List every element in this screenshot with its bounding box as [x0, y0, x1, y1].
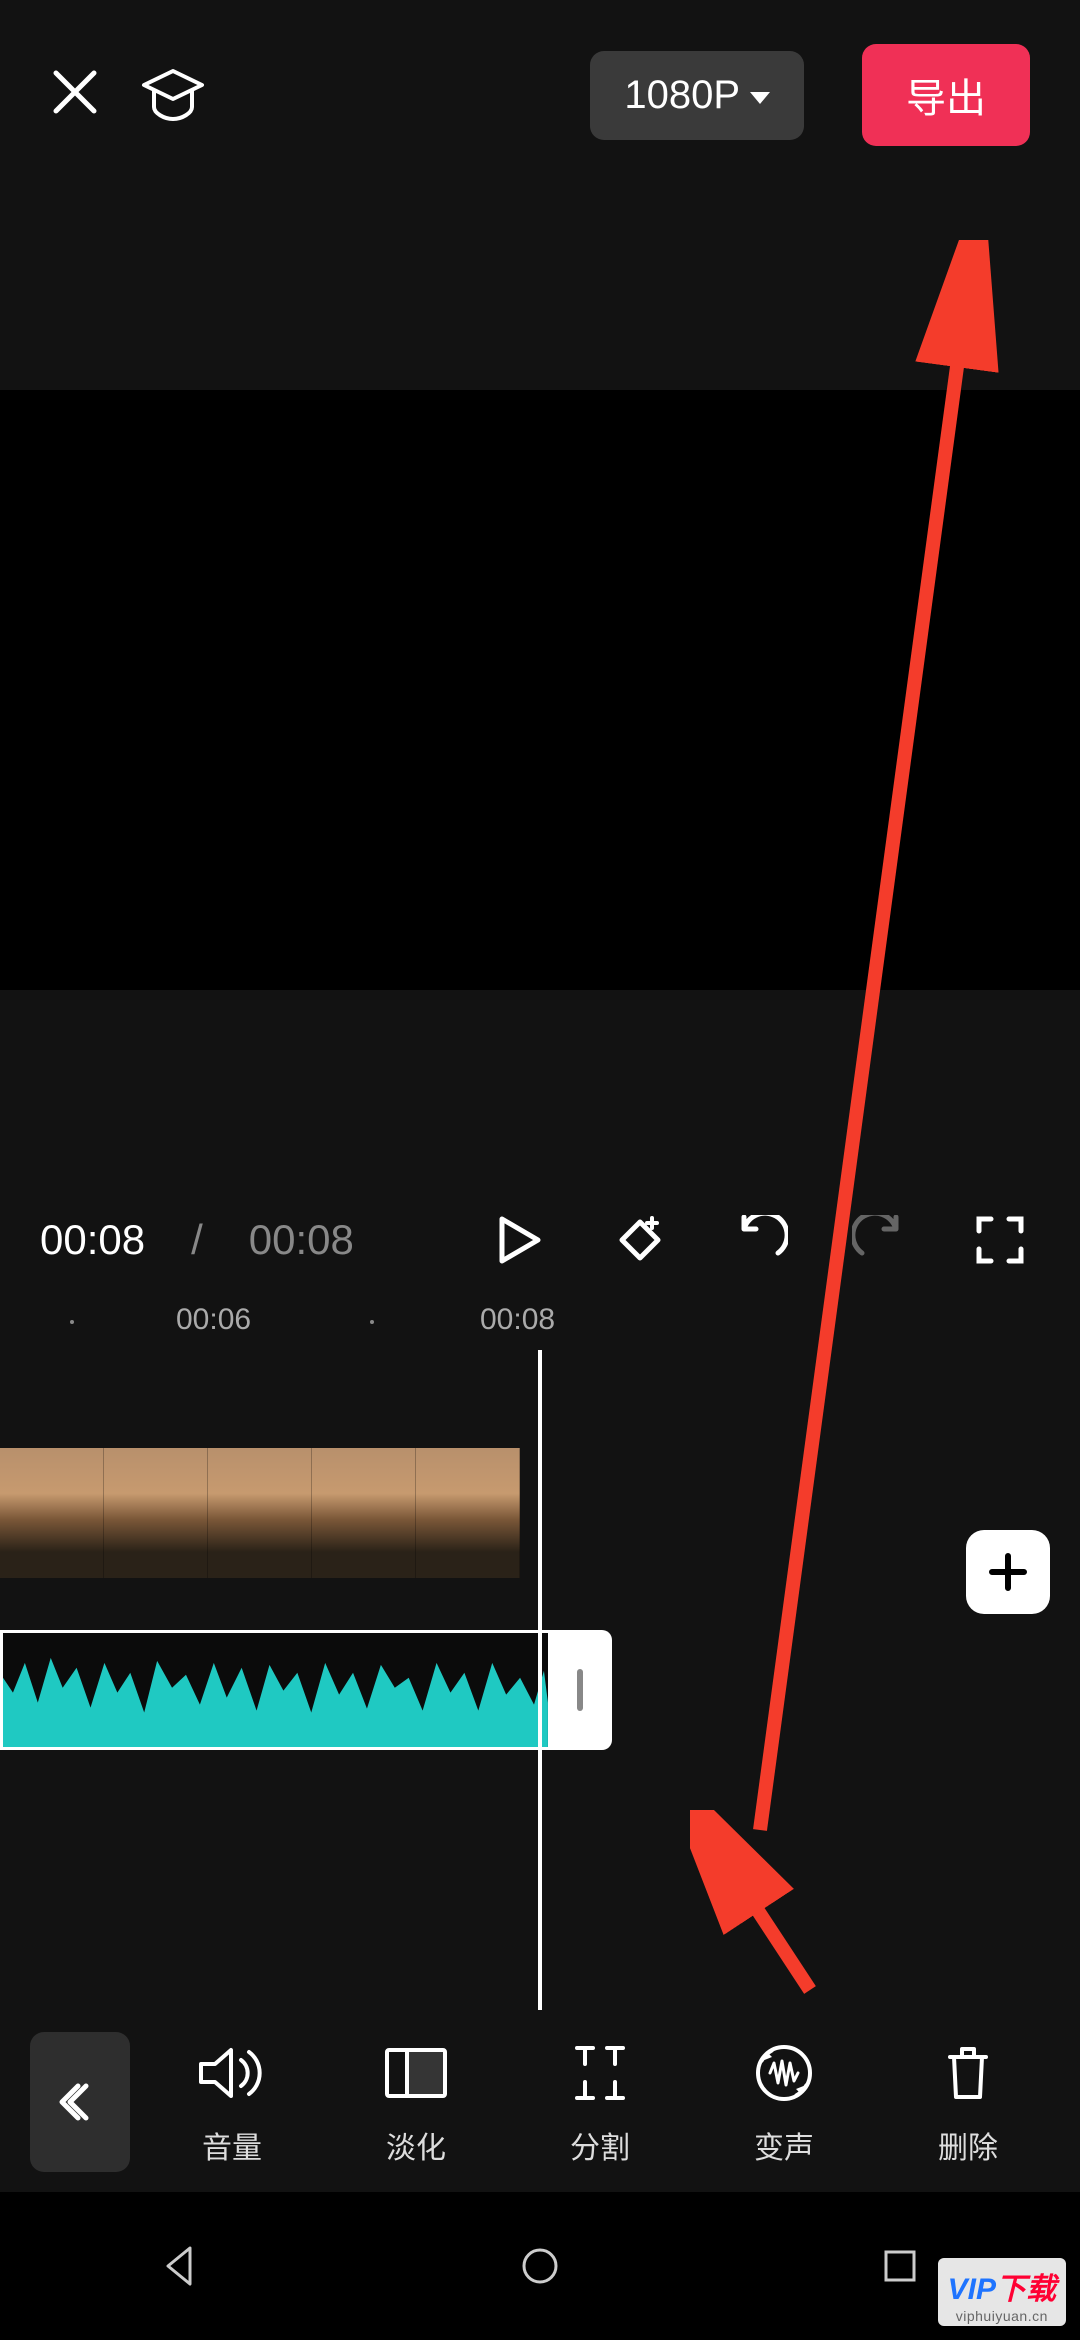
chevron-down-icon [750, 92, 770, 104]
fullscreen-icon[interactable] [960, 1200, 1040, 1280]
delete-icon [942, 2037, 994, 2109]
resolution-selector[interactable]: 1080P [590, 51, 804, 140]
total-time: 00:08 [249, 1216, 354, 1264]
tool-split[interactable]: 分割 [518, 2037, 682, 2167]
ruler-dot [70, 1320, 74, 1324]
redo-icon[interactable] [840, 1200, 920, 1280]
tool-label: 分割 [570, 2123, 630, 2167]
volume-icon [197, 2037, 267, 2109]
export-label: 导出 [906, 77, 986, 121]
video-thumbnail [104, 1448, 208, 1578]
tutorial-icon[interactable] [140, 67, 206, 123]
watermark: VIP下载 viphuiyuan.cn [938, 2258, 1066, 2326]
ruler-tick-label: 00:06 [176, 1303, 251, 1337]
playback-controls: 00:08 / 00:08 [0, 1190, 1080, 1290]
tool-voice-change[interactable]: 变声 [702, 2037, 866, 2167]
watermark-brand-1: VIP [948, 2273, 996, 2306]
video-preview[interactable] [0, 390, 1080, 990]
tool-label: 删除 [938, 2123, 998, 2167]
nav-home-icon[interactable] [480, 2226, 600, 2306]
audio-waveform [3, 1633, 548, 1750]
tool-label: 变声 [754, 2123, 814, 2167]
video-thumbnail [312, 1448, 416, 1578]
video-thumbnail [416, 1448, 520, 1578]
close-icon[interactable] [50, 58, 100, 132]
video-track[interactable] [0, 1448, 520, 1578]
tool-label: 淡化 [386, 2123, 446, 2167]
voice-change-icon [754, 2037, 814, 2109]
add-clip-button[interactable] [966, 1530, 1050, 1614]
current-time: 00:08 [40, 1216, 145, 1264]
keyframe-icon[interactable] [600, 1200, 680, 1280]
tool-label: 音量 [202, 2123, 262, 2167]
toolbar-back-button[interactable] [30, 2032, 130, 2172]
playhead[interactable] [538, 1350, 542, 2010]
audio-clip-handle[interactable] [548, 1630, 612, 1750]
header-bar: 1080P 导出 [0, 0, 1080, 190]
undo-icon[interactable] [720, 1200, 800, 1280]
video-thumbnail [0, 1448, 104, 1578]
timeline[interactable]: 00:06 00:08 [0, 1290, 1080, 2010]
watermark-url: viphuiyuan.cn [948, 2308, 1056, 2324]
ruler-dot [370, 1320, 374, 1324]
android-navbar [0, 2192, 1080, 2340]
tool-volume[interactable]: 音量 [150, 2037, 314, 2167]
video-thumbnail [208, 1448, 312, 1578]
resolution-label: 1080P [624, 73, 740, 118]
nav-back-icon[interactable] [120, 2226, 240, 2306]
tool-fade[interactable]: 淡化 [334, 2037, 498, 2167]
ruler-tick-label: 00:08 [480, 1303, 555, 1337]
fade-icon [383, 2037, 449, 2109]
tool-delete[interactable]: 删除 [886, 2037, 1050, 2167]
edit-toolbar: 音量 淡化 分割 变声 删除 [0, 2012, 1080, 2192]
watermark-brand-2: 下载 [996, 2273, 1056, 2306]
timeline-ruler: 00:06 00:08 [0, 1290, 1080, 1350]
export-button[interactable]: 导出 [862, 44, 1030, 146]
split-icon [573, 2037, 627, 2109]
time-separator: / [185, 1216, 209, 1264]
play-icon[interactable] [480, 1200, 560, 1280]
audio-track[interactable] [0, 1630, 548, 1750]
